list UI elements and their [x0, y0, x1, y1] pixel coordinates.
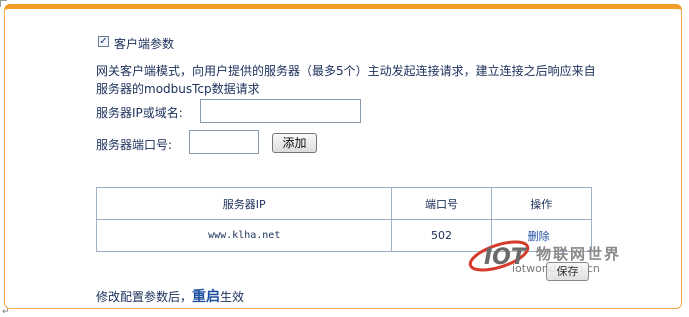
restart-note: 修改配置参数后，重启生效 — [96, 286, 244, 306]
header-server-ip: 服务器IP — [95, 187, 393, 220]
paragraph-return-icon: ↵ — [2, 307, 10, 317]
table-header-row: 服务器IP 端口号 操作 — [95, 187, 593, 220]
description-line-1: 网关客户端模式，向用户提供的服务器（最多5个）主动发起连接请求，建立连接之后响应… — [96, 64, 596, 78]
header-action: 操作 — [490, 187, 593, 220]
server-port-input[interactable] — [189, 130, 259, 154]
restart-note-suffix: 生效 — [220, 290, 245, 304]
row-server-ip: www.klha.net — [95, 219, 393, 252]
header-port: 端口号 — [391, 187, 492, 220]
server-ip-input[interactable] — [200, 99, 361, 123]
server-ip-label: 服务器IP或域名: — [96, 106, 183, 120]
add-button[interactable]: 添加 — [272, 133, 317, 153]
watermark-title: 物联网世界 — [536, 245, 622, 263]
client-params-checkbox[interactable]: ✓ — [98, 36, 109, 47]
restart-note-emphasis: 重启 — [192, 289, 221, 305]
save-button[interactable]: 保存 — [546, 262, 589, 281]
client-params-label: 客户端参数 — [114, 37, 175, 51]
server-port-label: 服务器端口号: — [96, 138, 173, 152]
description-line-2: 服务器的modbusTcp数据请求 — [96, 82, 260, 96]
restart-note-prefix: 修改配置参数后， — [96, 290, 193, 304]
